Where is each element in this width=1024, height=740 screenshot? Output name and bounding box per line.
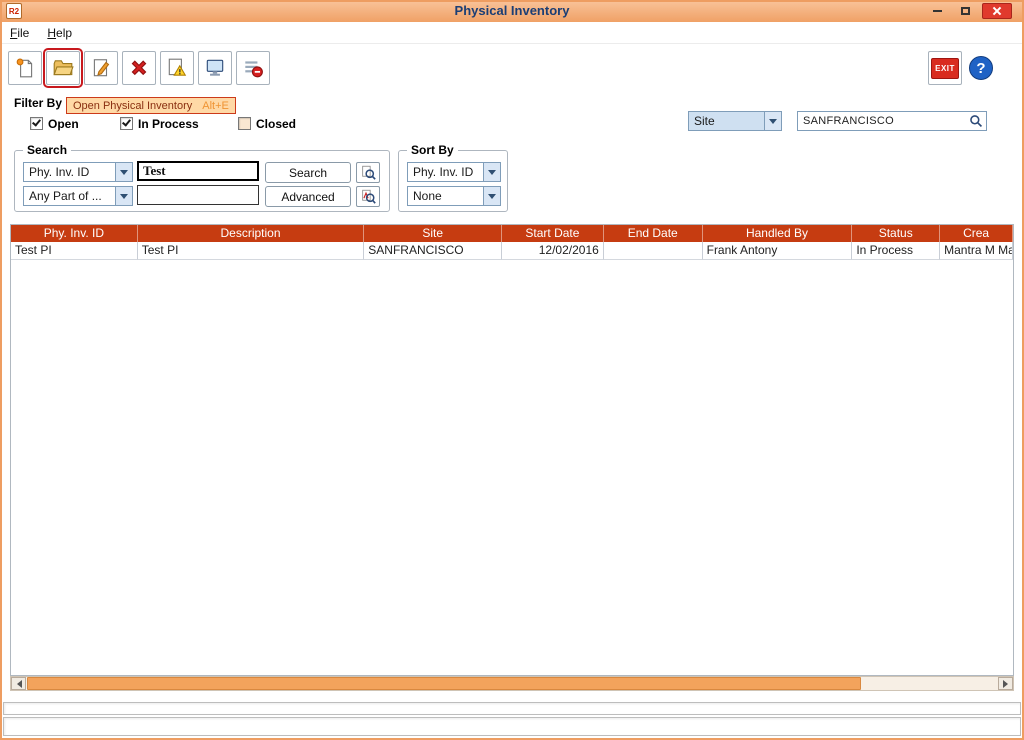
chevron-down-icon: [115, 187, 132, 205]
remove-list-icon: [242, 57, 264, 79]
display-button[interactable]: [198, 51, 232, 85]
search-field-combo-1-value: Phy. Inv. ID: [24, 165, 115, 179]
open-tooltip: Open Physical Inventory Alt+E: [66, 97, 236, 114]
open-checkbox-label: Open: [48, 117, 79, 131]
edit-button[interactable]: [84, 51, 118, 85]
col-header-description[interactable]: Description: [138, 225, 365, 242]
status-bar-lower: [3, 717, 1021, 736]
magnifier-page-icon: [361, 165, 376, 180]
advanced-button[interactable]: Advanced: [265, 186, 351, 207]
status-bar-upper: [3, 702, 1021, 715]
tooltip-shortcut: Alt+E: [202, 100, 229, 112]
search-input-1[interactable]: [137, 161, 259, 181]
cell-phy-inv-id: Test PI: [11, 242, 138, 260]
warning-button[interactable]: [160, 51, 194, 85]
check-icon: [122, 117, 131, 126]
new-document-icon: [14, 57, 36, 79]
cell-start-date: 12/02/2016: [502, 242, 604, 260]
sortby-combo-2[interactable]: None: [407, 186, 501, 206]
help-button[interactable]: ?: [964, 51, 998, 85]
search-magnifier-icon[interactable]: [966, 114, 986, 128]
menu-help[interactable]: Help: [47, 26, 72, 40]
sortby-combo-1[interactable]: Phy. Inv. ID: [407, 162, 501, 182]
col-header-site[interactable]: Site: [364, 225, 502, 242]
advanced-lookup-button[interactable]: [356, 186, 380, 207]
closed-checkbox[interactable]: [238, 117, 251, 130]
close-button[interactable]: [982, 3, 1012, 19]
minimize-icon: [933, 10, 942, 12]
search-group-title: Search: [23, 143, 71, 157]
maximize-icon: [961, 7, 970, 15]
open-button[interactable]: [46, 51, 80, 85]
arrow-right-icon: [1003, 680, 1012, 688]
search-field-combo-2-value: Any Part of ...: [24, 189, 115, 203]
sortby-combo-1-value: Phy. Inv. ID: [408, 165, 483, 179]
site-search-field[interactable]: SANFRANCISCO: [797, 111, 987, 131]
filter-by-label: Filter By: [14, 96, 62, 110]
chevron-down-icon: [764, 112, 781, 130]
col-header-start-date[interactable]: Start Date: [502, 225, 604, 242]
in-process-checkbox-label: In Process: [138, 117, 199, 131]
col-header-status[interactable]: Status: [852, 225, 940, 242]
monitor-icon: [204, 57, 226, 79]
tooltip-text: Open Physical Inventory: [73, 100, 192, 112]
open-folder-icon: [52, 57, 74, 79]
maximize-button[interactable]: [954, 3, 976, 19]
title-bar: R2 Physical Inventory: [0, 0, 1024, 22]
table-row[interactable]: Test PI Test PI SANFRANCISCO 12/02/2016 …: [11, 242, 1013, 260]
scrollbar-thumb[interactable]: [27, 677, 861, 690]
sortby-combo-2-value: None: [408, 189, 483, 203]
minimize-button[interactable]: [926, 3, 948, 19]
cell-handled-by: Frank Antony: [703, 242, 853, 260]
col-header-handled-by[interactable]: Handled By: [703, 225, 853, 242]
window-title: Physical Inventory: [0, 0, 1024, 22]
warning-page-icon: [166, 57, 188, 79]
cell-description: Test PI: [138, 242, 365, 260]
chevron-down-icon: [483, 163, 500, 181]
magnifier-advanced-icon: [361, 189, 376, 204]
cell-end-date: [604, 242, 703, 260]
horizontal-scrollbar[interactable]: [10, 676, 1014, 691]
app-window: R2 Physical Inventory File Help: [0, 0, 1024, 740]
site-combo[interactable]: Site: [688, 111, 782, 131]
cell-status: In Process: [852, 242, 940, 260]
col-header-phy-inv-id[interactable]: Phy. Inv. ID: [11, 225, 138, 242]
cell-created-by: Mantra M Ma: [940, 242, 1013, 260]
open-checkbox[interactable]: [30, 117, 43, 130]
chevron-down-icon: [483, 187, 500, 205]
search-groupbox: Search Phy. Inv. ID Search Any Part of .…: [14, 150, 390, 212]
exit-button[interactable]: EXIT: [928, 51, 962, 85]
exit-icon: EXIT: [931, 58, 959, 79]
col-header-created-by[interactable]: Crea: [940, 225, 1013, 242]
in-process-checkbox[interactable]: [120, 117, 133, 130]
sortby-group-title: Sort By: [407, 143, 458, 157]
chevron-down-icon: [115, 163, 132, 181]
help-icon: ?: [969, 56, 993, 80]
site-search-value: SANFRANCISCO: [798, 115, 966, 127]
scroll-right-button[interactable]: [998, 677, 1013, 690]
site-combo-value: Site: [689, 114, 764, 128]
search-input-2[interactable]: [137, 185, 259, 205]
table-header-row: Phy. Inv. ID Description Site Start Date…: [11, 225, 1013, 242]
delete-x-icon: [128, 57, 150, 79]
arrow-left-icon: [13, 680, 22, 688]
menu-bar: File Help: [0, 22, 1024, 44]
search-field-combo-2[interactable]: Any Part of ...: [23, 186, 133, 206]
menu-file[interactable]: File: [10, 26, 29, 40]
check-icon: [32, 117, 41, 126]
new-button[interactable]: [8, 51, 42, 85]
edit-icon: [90, 57, 112, 79]
closed-checkbox-label: Closed: [256, 117, 296, 131]
cell-site: SANFRANCISCO: [364, 242, 502, 260]
search-button[interactable]: Search: [265, 162, 351, 183]
search-field-combo-1[interactable]: Phy. Inv. ID: [23, 162, 133, 182]
sortby-groupbox: Sort By Phy. Inv. ID None: [398, 150, 508, 212]
col-header-end-date[interactable]: End Date: [604, 225, 703, 242]
delete-button[interactable]: [122, 51, 156, 85]
toolbar: EXIT ?: [0, 44, 1024, 92]
results-table: Phy. Inv. ID Description Site Start Date…: [10, 224, 1014, 676]
search-lookup-button[interactable]: [356, 162, 380, 183]
remove-button[interactable]: [236, 51, 270, 85]
scroll-left-button[interactable]: [11, 677, 26, 690]
